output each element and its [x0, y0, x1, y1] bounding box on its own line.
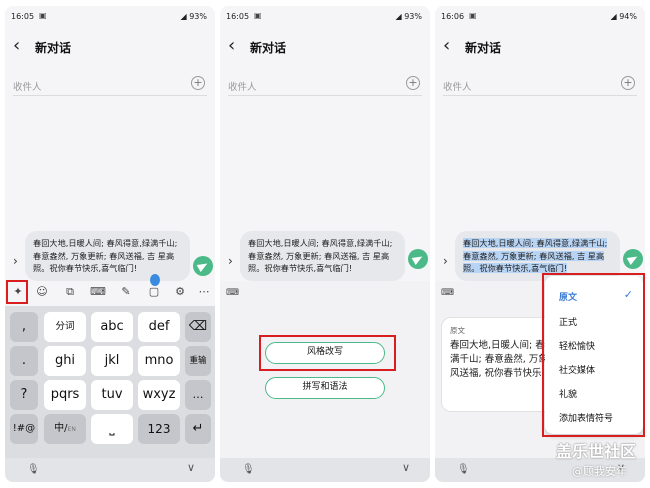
nav-bar: 🎙 ∨	[220, 458, 430, 482]
status-bar: 16:06 ▣ ◢ 94%	[435, 6, 645, 26]
key-language[interactable]: 中/EN	[44, 414, 86, 444]
mic-icon[interactable]: 🎙	[457, 464, 470, 475]
page-title: 新对话	[465, 41, 502, 55]
back-icon[interactable]: ‹	[13, 36, 20, 56]
keyboard: , 分词 abc def ⌫ . ghi jkl mno 重输 ? pqrs t…	[5, 306, 215, 458]
spelling-grammar-button[interactable]: 拼写和语法	[265, 377, 385, 399]
phone-screen-keyboard: 16:05 ▣ ◢ 93% ‹ 新对话 收件人 + › 春回大地,日暖人间; 春…	[5, 6, 215, 482]
keyboard-icon[interactable]: ⌨	[89, 283, 107, 301]
add-recipient-icon[interactable]: +	[621, 76, 635, 90]
recipient-placeholder: 收件人	[228, 82, 257, 93]
key-period[interactable]: .	[10, 346, 38, 376]
key-ghi[interactable]: ghi	[44, 346, 86, 376]
key-pqrs[interactable]: pqrs	[44, 380, 86, 410]
add-recipient-icon[interactable]: +	[191, 76, 205, 90]
highlight-box	[542, 273, 645, 437]
preview-label: 原文	[450, 326, 465, 335]
send-button[interactable]	[408, 249, 428, 269]
backspace-key[interactable]: ⌫	[185, 312, 211, 342]
page-title: 新对话	[250, 41, 287, 55]
key-wxyz[interactable]: wxyz	[138, 380, 180, 410]
sticker-icon[interactable]: ⧉	[61, 283, 79, 301]
key-def[interactable]: def	[138, 312, 180, 342]
key-comma[interactable]: ,	[10, 312, 38, 342]
watermark-logo: 盖乐世社区	[556, 442, 637, 461]
back-icon[interactable]: ‹	[228, 36, 235, 56]
recipient-field[interactable]: 收件人 +	[443, 74, 637, 96]
key-abc[interactable]: abc	[91, 312, 133, 342]
chevron-right-icon[interactable]: ›	[228, 254, 233, 268]
handwriting-icon[interactable]: ✎	[117, 283, 135, 301]
key-fenci[interactable]: 分词	[44, 312, 86, 342]
settings-icon[interactable]: ⚙	[171, 283, 189, 301]
keyboard-icon[interactable]: ⌨	[226, 288, 239, 298]
status-battery: ◢ 94%	[610, 12, 637, 21]
header: ‹ 新对话	[435, 36, 645, 62]
status-time: 16:05	[226, 12, 250, 21]
recipient-field[interactable]: 收件人 +	[228, 74, 422, 96]
recipient-field[interactable]: 收件人 +	[13, 74, 207, 96]
send-button[interactable]	[623, 249, 643, 269]
key-jkl[interactable]: jkl	[91, 346, 133, 376]
signal-icon: ◢	[395, 12, 405, 21]
message-input[interactable]: 春回大地,日暖人间; 春风得意,绿满千山; 春意盎然, 万象更新; 春风送福, …	[25, 231, 190, 281]
status-time: 16:05	[11, 12, 35, 21]
key-symbols[interactable]: !#@	[10, 414, 38, 444]
key-mno[interactable]: mno	[138, 346, 180, 376]
phone-screen-style-select: 16:06 ▣ ◢ 94% ‹ 新对话 收件人 + › 春回大地,日暖人间; 春…	[435, 6, 645, 482]
spacebar-key[interactable]: ⎵	[91, 414, 133, 444]
header: ‹ 新对话	[5, 36, 215, 62]
status-bar: 16:05 ▣ ◢ 93%	[5, 6, 215, 26]
add-recipient-icon[interactable]: +	[406, 76, 420, 90]
message-input[interactable]: 春回大地,日暖人间; 春风得意,绿满千山; 春意盎然, 万象更新; 春风送福, …	[240, 231, 405, 281]
header: ‹ 新对话	[220, 36, 430, 62]
key-numbers[interactable]: 123	[138, 414, 180, 444]
key-more[interactable]: …	[185, 380, 211, 410]
gallery-icon: ▣	[39, 11, 47, 20]
phone-screen-writing-assist: 16:05 ▣ ◢ 93% ‹ 新对话 收件人 + › 春回大地,日暖人间; 春…	[220, 6, 430, 482]
status-time: 16:06	[441, 12, 465, 21]
nav-bar: 🎙 ∨	[5, 458, 215, 482]
enter-key[interactable]: ↵	[185, 414, 211, 444]
signal-icon: ◢	[610, 12, 620, 21]
highlight-box	[6, 280, 28, 304]
key-reset[interactable]: 重输	[185, 346, 211, 376]
signal-icon: ◢	[180, 12, 190, 21]
status-bar: 16:05 ▣ ◢ 93%	[220, 6, 430, 26]
clipboard-icon[interactable]: ▢	[145, 283, 163, 301]
recipient-placeholder: 收件人	[13, 82, 42, 93]
chevron-down-icon[interactable]: ∨	[187, 461, 195, 474]
emoji-icon[interactable]: ☺	[33, 283, 51, 301]
chevron-right-icon[interactable]: ›	[443, 254, 448, 268]
mic-icon[interactable]: 🎙	[242, 464, 255, 475]
keyboard-toolbar: ✦ ☺ ⧉ ⌨ ✎ ▢ ⚙ ⋯	[5, 281, 215, 303]
gallery-icon: ▣	[254, 11, 262, 20]
back-icon[interactable]: ‹	[443, 36, 450, 56]
key-tuv[interactable]: tuv	[91, 380, 133, 410]
status-battery: ◢ 93%	[180, 12, 207, 21]
send-button[interactable]	[193, 256, 213, 276]
gallery-icon: ▣	[469, 11, 477, 20]
recipient-placeholder: 收件人	[443, 82, 472, 93]
highlight-box	[259, 335, 396, 371]
watermark-author: @顾我安年	[572, 465, 627, 478]
status-battery: ◢ 93%	[395, 12, 422, 21]
keyboard-icon[interactable]: ⌨	[441, 288, 454, 298]
mic-icon[interactable]: 🎙	[27, 464, 40, 475]
chevron-down-icon[interactable]: ∨	[402, 461, 410, 474]
chevron-right-icon[interactable]: ›	[13, 254, 18, 268]
key-question[interactable]: ?	[10, 380, 38, 410]
more-icon[interactable]: ⋯	[195, 283, 213, 301]
page-title: 新对话	[35, 41, 72, 55]
